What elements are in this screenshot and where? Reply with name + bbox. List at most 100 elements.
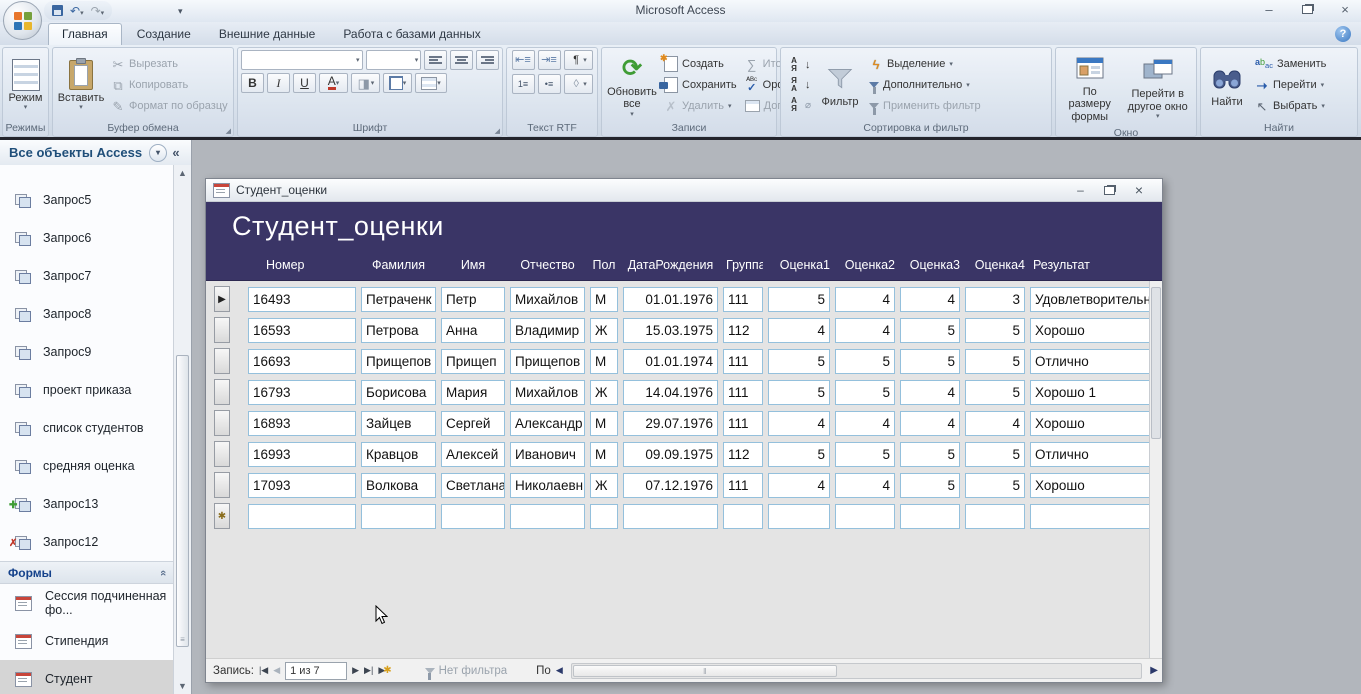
field-Отчество[interactable]: Прищепов xyxy=(510,349,585,374)
field-Группа[interactable] xyxy=(723,504,763,529)
sidebar-item-form[interactable]: Стипендия xyxy=(0,622,174,660)
scroll-down-icon[interactable]: ▼ xyxy=(174,681,191,691)
field-Группа[interactable]: 112 xyxy=(723,442,763,467)
toggle-filter-button[interactable]: Применить фильтр xyxy=(866,97,984,116)
field-Имя[interactable]: Петр xyxy=(441,287,505,312)
field-Оценка4[interactable]: 5 xyxy=(965,473,1025,498)
field-Группа[interactable]: 111 xyxy=(723,380,763,405)
field-Фамилия[interactable]: Прищепов xyxy=(361,349,436,374)
sidebar-item-query[interactable]: Запрос9 xyxy=(0,333,174,371)
field-Оценка3[interactable]: 5 xyxy=(900,349,960,374)
sidebar-item-query[interactable]: Запрос5 xyxy=(0,181,174,219)
italic-button[interactable]: I xyxy=(267,73,290,93)
field-Имя[interactable]: Прищеп xyxy=(441,349,505,374)
last-record-button[interactable]: ▶| xyxy=(364,666,373,675)
fill-color-button[interactable]: ◨▾ xyxy=(351,73,380,93)
align-right-button[interactable] xyxy=(476,50,499,70)
align-left-button[interactable] xyxy=(424,50,447,70)
new-blank-record-button[interactable]: ▶✱ xyxy=(378,666,391,676)
copy-button[interactable]: ⧉Копировать xyxy=(108,76,231,95)
field-Отчество[interactable]: Александр xyxy=(510,411,585,436)
help-icon[interactable]: ? xyxy=(1335,26,1351,42)
field-Оценка1[interactable]: 5 xyxy=(768,349,830,374)
field-Оценка2[interactable]: 5 xyxy=(835,442,895,467)
field-Оценка1[interactable]: 4 xyxy=(768,318,830,343)
field-Оценка4[interactable]: 5 xyxy=(965,442,1025,467)
field-Пол[interactable]: М xyxy=(590,349,618,374)
hscroll-thumb[interactable] xyxy=(573,665,837,677)
search-box-label[interactable]: По xyxy=(536,665,551,677)
refresh-all-button[interactable]: ⟳ Обновить все▾ xyxy=(605,50,659,120)
field-Имя[interactable]: Мария xyxy=(441,380,505,405)
sort-descending-button[interactable]: ЯА↓ xyxy=(784,76,814,95)
clipboard-dialog-launcher-icon[interactable]: ◢ xyxy=(226,127,231,135)
field-Фамилия[interactable]: Волкова xyxy=(361,473,436,498)
field-ДатаРождения[interactable]: 01.01.1976 xyxy=(623,287,718,312)
field-Фамилия[interactable]: Кравцов xyxy=(361,442,436,467)
field-Имя[interactable]: Анна xyxy=(441,318,505,343)
sidebar-item-query[interactable]: ✗Запрос12 xyxy=(0,523,174,561)
delete-record-button[interactable]: ✗Удалить▾ xyxy=(661,97,740,116)
field-Фамилия[interactable]: Петрова xyxy=(361,318,436,343)
scroll-up-icon[interactable]: ▲ xyxy=(174,168,191,178)
field-Фамилия[interactable]: Борисова xyxy=(361,380,436,405)
record-selector[interactable] xyxy=(214,410,230,436)
field-Оценка2[interactable] xyxy=(835,504,895,529)
field-Отчество[interactable]: Михайлов xyxy=(510,287,585,312)
field-Отчество[interactable]: Николаевн xyxy=(510,473,585,498)
field-ДатаРождения[interactable]: 14.04.1976 xyxy=(623,380,718,405)
field-Отчество[interactable]: Михайлов xyxy=(510,380,585,405)
field-Оценка4[interactable]: 5 xyxy=(965,349,1025,374)
hscroll-right-icon[interactable]: ▶ xyxy=(1150,665,1158,676)
view-mode-button[interactable]: Режим▾ xyxy=(1,56,51,114)
bullet-list-button[interactable]: •≡ xyxy=(538,74,561,94)
save-icon[interactable] xyxy=(52,5,63,16)
sidebar-item-query[interactable]: средняя оценка xyxy=(0,447,174,485)
field-Номер[interactable]: 16593 xyxy=(248,318,356,343)
record-selector[interactable] xyxy=(214,348,230,374)
field-Оценка2[interactable]: 4 xyxy=(835,473,895,498)
field-Результат[interactable] xyxy=(1030,504,1154,529)
collapse-group-icon[interactable]: « xyxy=(157,569,169,575)
font-color-button[interactable]: А▾ xyxy=(319,73,348,93)
gridlines-button[interactable]: ▾ xyxy=(383,73,412,93)
sort-ascending-button[interactable]: АЯ↓ xyxy=(784,56,814,75)
nav-pane-scrollbar[interactable]: ▲ ▼ xyxy=(173,165,191,694)
field-Оценка3[interactable]: 5 xyxy=(900,318,960,343)
undo-icon[interactable]: ↶▾ xyxy=(70,5,84,17)
record-selector[interactable] xyxy=(214,379,230,405)
field-Оценка3[interactable]: 4 xyxy=(900,380,960,405)
nav-pane-header[interactable]: Все объекты Access ▾ « xyxy=(0,140,191,166)
field-Пол[interactable]: М xyxy=(590,442,618,467)
next-record-button[interactable]: ▶ xyxy=(352,666,359,675)
office-button[interactable] xyxy=(3,1,42,40)
select-button[interactable]: ↖Выбрать▾ xyxy=(1252,97,1329,116)
field-Группа[interactable]: 111 xyxy=(723,287,763,312)
field-Оценка2[interactable]: 4 xyxy=(835,411,895,436)
field-Номер[interactable]: 17093 xyxy=(248,473,356,498)
shutter-bar-icon[interactable]: « xyxy=(167,145,185,160)
field-Оценка2[interactable]: 4 xyxy=(835,287,895,312)
field-Фамилия[interactable]: Зайцев xyxy=(361,411,436,436)
cut-button[interactable]: ✂Вырезать xyxy=(108,55,231,74)
field-Оценка4[interactable]: 3 xyxy=(965,287,1025,312)
field-ДатаРождения[interactable]: 01.01.1974 xyxy=(623,349,718,374)
sidebar-item-query[interactable]: Запрос6 xyxy=(0,219,174,257)
alternate-fill-button[interactable]: ▾ xyxy=(415,73,447,93)
field-Оценка2[interactable]: 4 xyxy=(835,318,895,343)
field-Пол[interactable]: Ж xyxy=(590,318,618,343)
filter-status[interactable]: Нет фильтра xyxy=(425,665,508,677)
field-Оценка3[interactable]: 5 xyxy=(900,442,960,467)
field-ДатаРождения[interactable]: 09.09.1975 xyxy=(623,442,718,467)
switch-window-button[interactable]: Перейти в другое окно▾ xyxy=(1122,52,1193,122)
advanced-filter-button[interactable]: Дополнительно▾ xyxy=(866,76,984,95)
font-dialog-launcher-icon[interactable]: ◢ xyxy=(495,127,500,135)
field-Оценка2[interactable]: 5 xyxy=(835,349,895,374)
field-ДатаРождения[interactable]: 07.12.1976 xyxy=(623,473,718,498)
field-Оценка1[interactable]: 4 xyxy=(768,473,830,498)
field-Результат[interactable]: Хорошо xyxy=(1030,411,1154,436)
selection-filter-button[interactable]: ϟВыделение▾ xyxy=(866,55,984,74)
form-close-button[interactable]: × xyxy=(1135,182,1143,198)
field-Пол[interactable] xyxy=(590,504,618,529)
minimize-button[interactable]: – xyxy=(1261,2,1277,16)
